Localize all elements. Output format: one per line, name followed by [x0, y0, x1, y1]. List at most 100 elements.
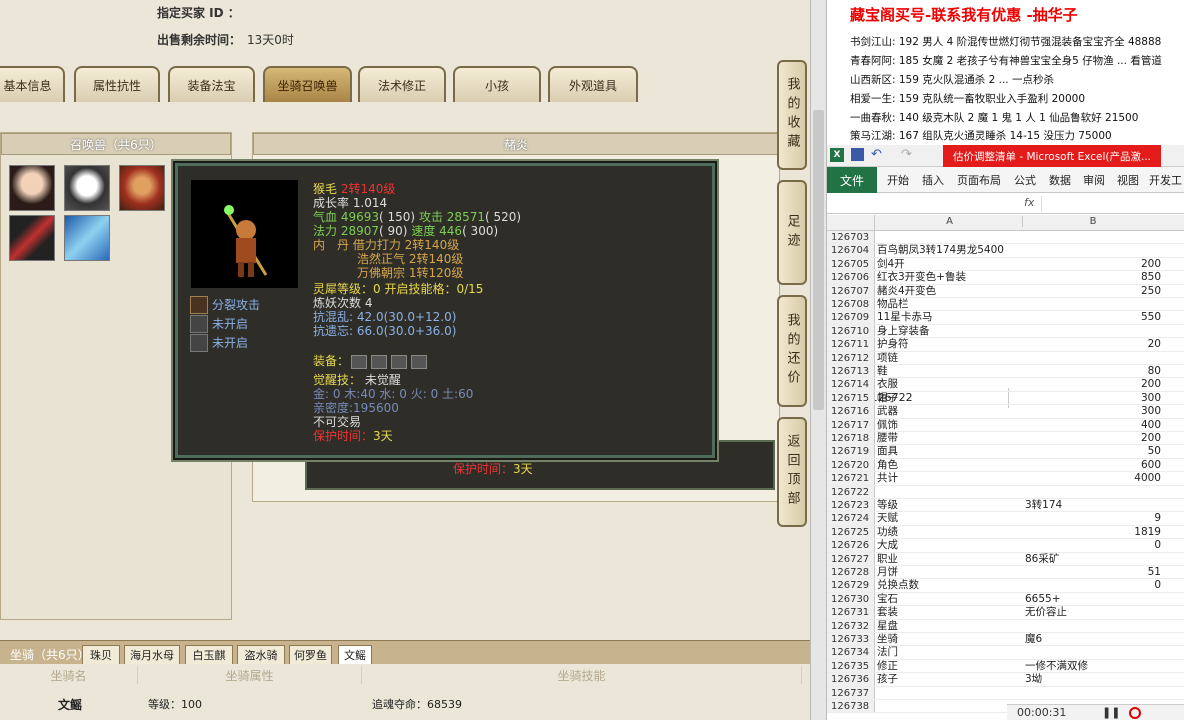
tab-children[interactable]: 小孩	[453, 66, 541, 102]
row-number[interactable]: 126725	[827, 525, 875, 539]
cell-b[interactable]: 0	[1025, 579, 1161, 592]
cell-a[interactable]: 面具	[877, 445, 1023, 458]
pet-avatar-5[interactable]	[64, 215, 110, 261]
sheet-row[interactable]: 126704 百鸟朝凤3转174男龙5400	[827, 244, 1184, 258]
row-number[interactable]: 126716	[827, 405, 875, 418]
mount-tab-2[interactable]: 海月水母	[124, 645, 180, 665]
column-header-b[interactable]: B	[1025, 216, 1161, 227]
cell-b[interactable]: 20	[1025, 338, 1161, 351]
tab-appearance[interactable]: 外观道具	[548, 66, 638, 102]
redo-icon[interactable]: ↷	[901, 147, 912, 162]
formula-input[interactable]	[1041, 196, 1181, 212]
sheet-row[interactable]: 126734 法门	[827, 646, 1184, 660]
row-number[interactable]: 126730	[827, 592, 875, 606]
sheet-row[interactable]: 126737	[827, 686, 1184, 700]
row-number[interactable]: 126738	[827, 700, 875, 713]
mount-tab-3[interactable]: 白玉麒	[185, 645, 233, 665]
cell-b[interactable]: 9	[1025, 512, 1161, 525]
sheet-row[interactable]: 126717 佩饰 400	[827, 418, 1184, 432]
cell-b[interactable]: 0	[1025, 539, 1161, 552]
pause-icon[interactable]: ❚❚	[1102, 706, 1120, 719]
row-number[interactable]: 126715	[827, 391, 875, 405]
sheet-row[interactable]: 126726 大成 0	[827, 539, 1184, 553]
my-favorites-button[interactable]: 我的收藏	[777, 60, 807, 170]
sheet-row[interactable]: 126713 鞋 80	[827, 365, 1184, 379]
vertical-scrollbar[interactable]	[810, 0, 827, 720]
cell-a[interactable]: 角色	[877, 459, 1023, 472]
row-number[interactable]: 126703	[827, 231, 875, 244]
ribbon-tab-view[interactable]: 视图	[1117, 172, 1139, 188]
sheet-row[interactable]: 126729 兑换点数 0	[827, 579, 1184, 593]
cell-a[interactable]: 11星卡赤马	[877, 311, 1023, 324]
tab-equipment[interactable]: 装备法宝	[168, 66, 255, 102]
cell-a[interactable]: 百鸟朝凤3转174男龙5400	[877, 244, 1023, 257]
tab-mount-pets[interactable]: 坐骑召唤兽	[263, 66, 352, 102]
row-number[interactable]: 126712	[827, 351, 875, 364]
row-number[interactable]: 126710	[827, 324, 875, 338]
row-number[interactable]: 126727	[827, 552, 875, 565]
sheet-row[interactable]: 126710 身上穿装备	[827, 324, 1184, 339]
row-number[interactable]: 126723	[827, 499, 875, 512]
sheet-row[interactable]: 126707 赭炎4开变色 250	[827, 284, 1184, 298]
sheet-row[interactable]: 126722	[827, 485, 1184, 499]
cell-b[interactable]: 850	[1025, 271, 1161, 284]
sheet-row[interactable]: 126736 孩子 3坳	[827, 673, 1184, 687]
sheet-row[interactable]: 126708 物品栏	[827, 298, 1184, 312]
sheet-row[interactable]: 126709 11星卡赤马 550	[827, 311, 1184, 325]
ribbon-tab-data[interactable]: 数据	[1049, 172, 1071, 188]
ribbon-tab-insert[interactable]: 插入	[922, 172, 944, 188]
row-number[interactable]: 126737	[827, 686, 875, 699]
row-number[interactable]: 126731	[827, 606, 875, 619]
cell-a[interactable]: 护身符	[877, 338, 1023, 351]
cell-b[interactable]: 4000	[1025, 472, 1161, 485]
row-number[interactable]: 126717	[827, 418, 875, 431]
ribbon-tab-review[interactable]: 审阅	[1083, 172, 1105, 188]
cell-a[interactable]: 红衣3开变色+鲁装	[877, 271, 1023, 284]
row-number[interactable]: 126709	[827, 311, 875, 324]
cell-b[interactable]: 250	[1025, 285, 1161, 298]
row-number[interactable]: 126704	[827, 244, 875, 257]
cell-a[interactable]: 衣服	[877, 378, 1023, 391]
cell-a[interactable]: 帽子	[877, 392, 1023, 405]
row-number[interactable]: 126722	[827, 485, 875, 498]
cell-b[interactable]: 300	[1025, 392, 1161, 405]
row-number[interactable]: 126729	[827, 579, 875, 592]
row-number[interactable]: 126711	[827, 338, 875, 351]
sheet-row[interactable]: 126714 衣服 200	[827, 378, 1184, 392]
row-number[interactable]: 126706	[827, 271, 875, 284]
sheet-row[interactable]: 126732 星盘	[827, 619, 1184, 633]
row-number[interactable]: 126713	[827, 365, 875, 378]
cell-a[interactable]: 功绩	[877, 526, 1023, 539]
row-number[interactable]: 126735	[827, 659, 875, 673]
row-number[interactable]: 126707	[827, 284, 875, 297]
cell-b[interactable]: 51	[1025, 566, 1161, 579]
sheet-grid[interactable]: 126703 126704 百鸟朝凤3转174男龙5400 126705 剑4开 200 1…	[827, 231, 1184, 720]
sheet-row[interactable]: 126719 面具 50	[827, 445, 1184, 459]
cell-b[interactable]: 200	[1025, 378, 1161, 391]
cell-a[interactable]: 大成	[877, 539, 1023, 552]
cell-a[interactable]: 兑换点数	[877, 579, 1023, 592]
sheet-row[interactable]: 126706 红衣3开变色+鲁装 850	[827, 271, 1184, 285]
cell-b[interactable]: 600	[1025, 459, 1161, 472]
sheet-row[interactable]: 126728 月饼 51	[827, 566, 1184, 580]
cell-a[interactable]: 腰带	[877, 432, 1023, 445]
row-number[interactable]: 126714	[827, 378, 875, 391]
cell-a[interactable]: 修正	[877, 660, 1023, 673]
tab-attributes[interactable]: 属性抗性	[74, 66, 160, 102]
pet-avatar-2[interactable]	[64, 165, 110, 211]
pet-avatar-4[interactable]	[9, 215, 55, 261]
my-offers-button[interactable]: 我的还价	[777, 295, 807, 407]
undo-icon[interactable]: ↶	[871, 147, 882, 162]
cell-b[interactable]: 3坳	[1025, 673, 1161, 686]
cell-a[interactable]: 项链	[877, 352, 1023, 365]
row-number[interactable]: 126733	[827, 633, 875, 646]
scrollbar-thumb[interactable]	[813, 110, 824, 410]
row-number[interactable]: 126732	[827, 619, 875, 632]
sheet-row[interactable]: 126730 宝石 6655+	[827, 592, 1184, 607]
row-number[interactable]: 126721	[827, 472, 875, 485]
cell-b[interactable]: 1819	[1025, 526, 1161, 539]
sheet-row[interactable]: 126718 腰带 200	[827, 432, 1184, 446]
cell-b[interactable]: 200	[1025, 432, 1161, 445]
cell-b[interactable]: 50	[1025, 445, 1161, 458]
ribbon-tab-developer[interactable]: 开发工	[1149, 172, 1182, 188]
